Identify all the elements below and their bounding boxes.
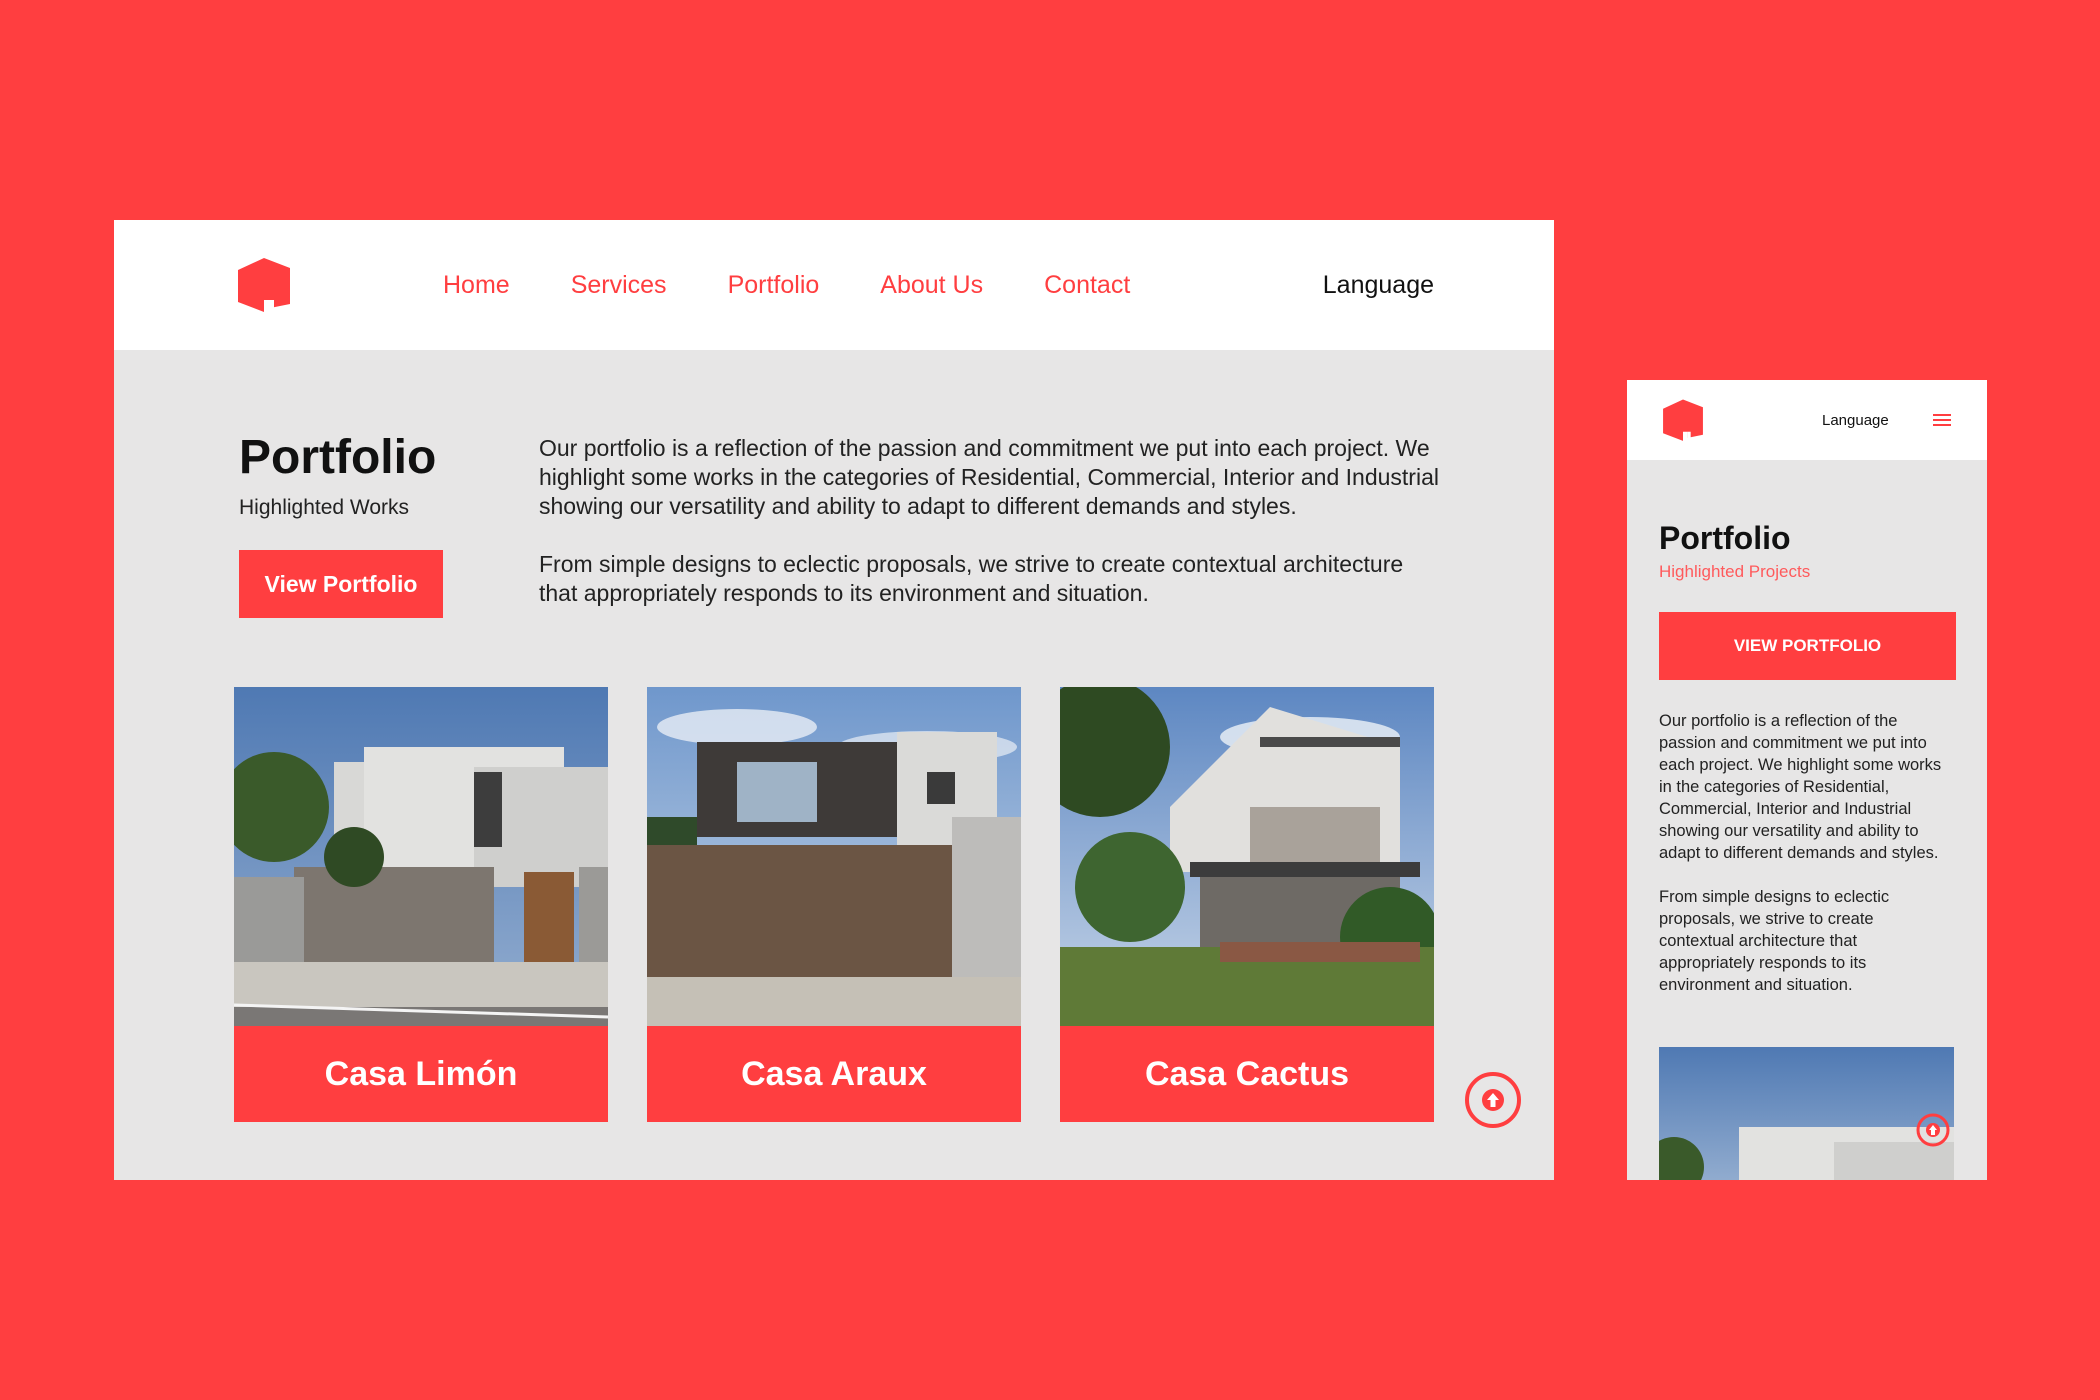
portfolio-intro: Portfolio Highlighted Works View Portfol… (239, 434, 499, 618)
portfolio-description: Our portfolio is a reflection of the pas… (1659, 710, 1949, 996)
page-title: Portfolio (239, 431, 437, 484)
desktop-mockup: Home Services Portfolio About Us Contact… (114, 220, 1554, 1180)
house-logo-icon[interactable] (234, 256, 294, 316)
nav-home[interactable]: Home (443, 271, 510, 300)
page-subtitle: Highlighted Projects (1659, 562, 1811, 581)
site-header: Home Services Portfolio About Us Contact… (114, 220, 1554, 350)
project-title: Casa Limón (234, 1026, 608, 1122)
project-title: Casa Cactus (1060, 1026, 1434, 1122)
view-portfolio-button[interactable]: View Portfolio (239, 550, 443, 618)
page-title: Portfolio (1659, 520, 1791, 556)
description-paragraph: From simple designs to eclectic proposal… (539, 551, 1404, 606)
description-paragraph: Our portfolio is a reflection of the pas… (1659, 712, 1942, 862)
description-paragraph: From simple designs to eclectic proposal… (1659, 888, 1890, 994)
hamburger-menu-icon[interactable] (1931, 410, 1953, 430)
project-title: Casa Araux (647, 1026, 1021, 1122)
project-card[interactable]: Casa Cactus (1060, 687, 1434, 1122)
project-image[interactable] (1659, 1047, 1954, 1180)
mobile-header: Language (1627, 380, 1987, 460)
mobile-mockup: Language Portfolio Highlighted Projects … (1627, 380, 1987, 1180)
language-selector[interactable]: Language (1822, 380, 1889, 460)
language-selector[interactable]: Language (1323, 220, 1434, 350)
project-image (1060, 687, 1434, 1026)
nav-portfolio[interactable]: Portfolio (728, 271, 820, 300)
project-cards: Casa Limón Casa Araux Casa Cactus (234, 687, 1434, 1122)
house-logo-icon[interactable] (1659, 398, 1707, 444)
project-image (647, 687, 1021, 1026)
view-portfolio-button[interactable]: VIEW PORTFOLIO (1659, 612, 1956, 680)
nav-about-us[interactable]: About Us (880, 271, 983, 300)
portfolio-description: Our portfolio is a reflection of the pas… (539, 434, 1439, 608)
project-card[interactable]: Casa Araux (647, 687, 1021, 1122)
arrow-up-circle-icon[interactable] (1915, 1112, 1951, 1148)
project-image (234, 687, 608, 1026)
arrow-up-circle-icon[interactable] (1464, 1071, 1522, 1129)
page-subtitle: Highlighted Works (239, 496, 410, 519)
nav-services[interactable]: Services (571, 271, 667, 300)
project-card[interactable]: Casa Limón (234, 687, 608, 1122)
description-paragraph: Our portfolio is a reflection of the pas… (539, 435, 1439, 519)
main-nav: Home Services Portfolio About Us Contact (443, 220, 1191, 350)
nav-contact[interactable]: Contact (1044, 271, 1130, 300)
